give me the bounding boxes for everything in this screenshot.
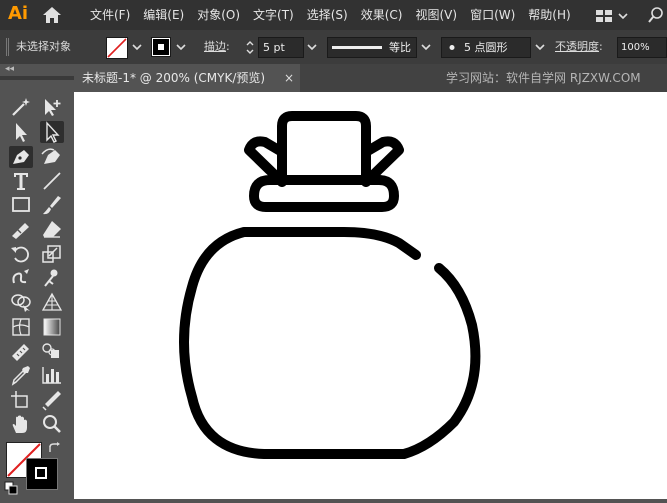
eyedropper-ruler-tool-icon[interactable] (9, 340, 33, 362)
tools-panel: ◂◂ (0, 64, 74, 499)
mesh-tool-icon[interactable] (9, 316, 33, 338)
hand-tool-icon[interactable] (9, 413, 33, 435)
menu-type[interactable]: 文字(T) (253, 0, 294, 30)
curvature-tool-icon[interactable] (40, 146, 64, 168)
brush-chevron-down-icon[interactable] (533, 37, 547, 57)
stroke-label[interactable]: 描边: (204, 30, 230, 64)
artboard-canvas[interactable] (74, 92, 667, 499)
perspective-grid-tool-icon[interactable] (40, 291, 64, 313)
stroke-label-colon: : (226, 40, 230, 53)
document-tab-bar: 未标题-1* @ 200% (CMYK/预览) × 学习网站：软件自学网 RJZ… (74, 64, 667, 92)
stroke-swatch[interactable] (26, 458, 58, 490)
opacity-field[interactable]: 100% (617, 37, 667, 58)
menu-file[interactable]: 文件(F) (90, 0, 130, 30)
selection-status: 未选择对象 (16, 40, 71, 53)
rotate-tool-icon[interactable] (9, 243, 33, 265)
menu-object[interactable]: 对象(O) (197, 0, 240, 30)
column-graph-tool-icon[interactable] (40, 364, 64, 386)
eyedropper-tool-icon[interactable] (9, 364, 33, 386)
line-segment-tool-icon[interactable] (40, 170, 64, 192)
stroke-dropdown-chevron-down-icon[interactable] (174, 37, 188, 57)
menu-help[interactable]: 帮助(H) (528, 0, 570, 30)
workspace-switcher-icon[interactable] (596, 8, 630, 22)
money-bag-artwork (179, 111, 481, 459)
control-bar: 未选择对象 描边: 5 pt 等比 5 点圆形 不透明度: 100% (0, 30, 667, 65)
zoom-tool-icon[interactable] (40, 413, 64, 435)
paintbrush-tool-icon[interactable] (40, 194, 64, 216)
search-icon[interactable] (648, 6, 664, 24)
opacity-label-colon: : (599, 40, 603, 53)
main-menu: 文件(F) 编辑(E) 对象(O) 文字(T) 选择(S) 效果(C) 视图(V… (90, 0, 584, 30)
fill-dropdown-chevron-down-icon[interactable] (130, 37, 144, 57)
swap-fill-stroke-icon[interactable] (48, 441, 62, 455)
bag-body-outline (179, 227, 481, 459)
blend-tool-icon[interactable] (40, 340, 64, 362)
opacity-value[interactable]: 100% (621, 38, 650, 57)
stroke-swatch-hole (37, 469, 45, 477)
opacity-label-text[interactable]: 不透明度 (555, 40, 599, 53)
close-tab-icon[interactable]: × (284, 64, 294, 92)
gradient-tool-icon[interactable] (40, 316, 64, 338)
opacity-label[interactable]: 不透明度: (555, 30, 603, 64)
profile-chevron-down-icon[interactable] (419, 37, 433, 57)
document-tab-title[interactable]: 未标题-1* @ 200% (CMYK/预览) (82, 64, 265, 92)
default-fill-stroke-icon[interactable] (4, 480, 18, 495)
tools-panel-header[interactable] (0, 76, 74, 80)
shape-builder-tool-icon[interactable] (9, 291, 33, 313)
stroke-color-swatch[interactable] (151, 37, 171, 57)
stroke-label-text[interactable]: 描边 (204, 40, 226, 53)
puppet-warp-tool-icon[interactable] (40, 267, 64, 289)
slice-tool-icon[interactable] (40, 389, 64, 411)
warp-tool-icon[interactable] (9, 267, 33, 289)
bag-top-knot (277, 111, 371, 187)
direct-selection-plus-tool-icon[interactable] (40, 96, 64, 118)
scale-tool-icon[interactable] (40, 243, 64, 265)
magic-wand-tool-icon[interactable] (9, 96, 33, 118)
menu-view[interactable]: 视图(V) (415, 0, 457, 30)
menu-bar: Ai 文件(F) 编辑(E) 对象(O) 文字(T) 选择(S) 效果(C) 视… (0, 0, 667, 30)
direct-selection-tool-icon[interactable] (40, 121, 64, 143)
stroke-weight-field[interactable]: 5 pt (258, 37, 304, 58)
collapse-panel-icon[interactable]: ◂◂ (5, 64, 14, 74)
stroke-weight-value[interactable]: 5 pt (263, 38, 285, 57)
menu-effect[interactable]: 效果(C) (361, 0, 403, 30)
rectangle-tool-icon[interactable] (9, 194, 33, 216)
watermark-text: 学习网站：软件自学网 RJZXW.COM (446, 71, 641, 85)
stroke-weight-chevron-down-icon[interactable] (305, 37, 319, 57)
home-icon[interactable] (42, 6, 62, 24)
brush-definition-dropdown[interactable]: 5 点圆形 (441, 37, 531, 58)
stroke-weight-stepper-icon[interactable] (243, 37, 257, 57)
bag-neck-band (249, 175, 399, 212)
type-tool-icon[interactable] (9, 170, 33, 192)
app-logo: Ai (8, 3, 29, 24)
shaper-tool-icon[interactable] (9, 218, 33, 240)
eraser-tool-icon[interactable] (40, 218, 64, 240)
variable-width-profile-dropdown[interactable]: 等比 (327, 37, 417, 58)
fill-color-swatch[interactable] (106, 37, 128, 59)
menu-edit[interactable]: 编辑(E) (143, 0, 184, 30)
profile-label: 等比 (389, 41, 411, 54)
brush-label: 5 点圆形 (464, 41, 508, 54)
document-tab[interactable]: 未标题-1* @ 200% (CMYK/预览) × (74, 64, 300, 92)
artboard-tool-icon[interactable] (9, 389, 33, 411)
pen-tool-icon[interactable] (9, 146, 33, 168)
control-bar-grip (6, 30, 9, 64)
menu-select[interactable]: 选择(S) (307, 0, 348, 30)
menu-window[interactable]: 窗口(W) (470, 0, 515, 30)
selection-tool-icon[interactable] (9, 121, 33, 143)
